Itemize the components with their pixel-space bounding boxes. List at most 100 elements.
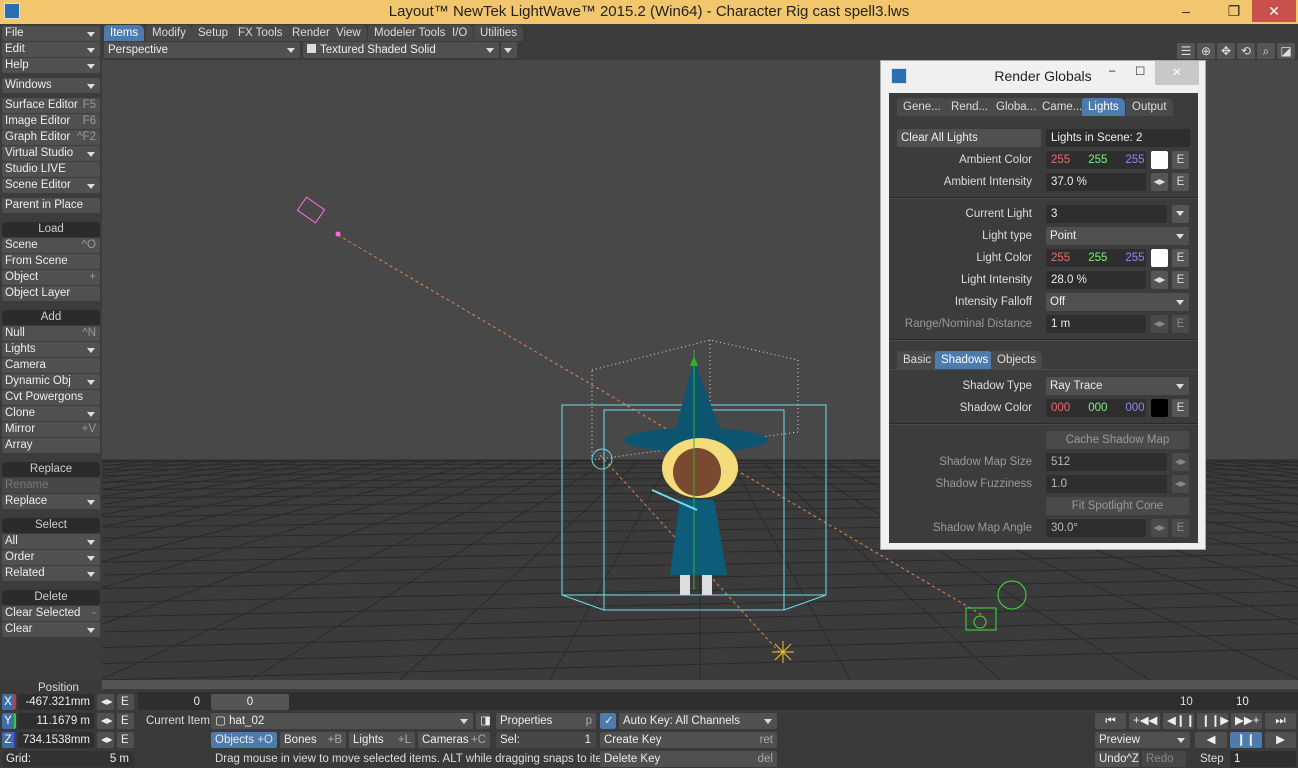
sidebar-item-object-layer[interactable]: Object Layer xyxy=(2,286,100,301)
start-frame-field[interactable]: 0 xyxy=(138,694,204,710)
sidebar-item-graph-editor[interactable]: Graph Editor ^F2 xyxy=(2,130,100,145)
shadow-map-size-field[interactable]: 512 xyxy=(1046,453,1167,471)
sidebar-item-help[interactable]: Help xyxy=(2,58,100,73)
rg-tab-5[interactable]: Output xyxy=(1126,98,1173,116)
shadow-type-dropdown[interactable]: Ray Trace xyxy=(1046,377,1189,395)
shadow-fuzziness-field[interactable]: 1.0 xyxy=(1046,475,1167,493)
envelope-button[interactable]: E xyxy=(1172,151,1189,169)
sidebar-item-replace[interactable]: Replace xyxy=(2,494,100,509)
properties-button[interactable]: Properties p xyxy=(496,713,596,729)
close-button[interactable]: ✕ xyxy=(1155,61,1199,85)
sidebar-item-mirror[interactable]: Mirror +V xyxy=(2,422,100,437)
rotate-icon[interactable]: ⟲ xyxy=(1237,43,1255,59)
ambient-color-swatch[interactable] xyxy=(1151,151,1168,169)
maximize-viewport-icon[interactable]: ◪ xyxy=(1277,43,1295,59)
tab-setup[interactable]: Setup xyxy=(192,25,235,41)
fit-spotlight-cone-button[interactable]: Fit Spotlight Cone xyxy=(1046,497,1189,515)
sidebar-item-windows[interactable]: Windows xyxy=(2,78,100,93)
envelope-button[interactable]: E xyxy=(1172,399,1189,417)
sidebar-item-cvt-powergons[interactable]: Cvt Powergons xyxy=(2,390,100,405)
sidebar-item-image-editor[interactable]: Image Editor F6 xyxy=(2,114,100,129)
envelope-button[interactable]: E xyxy=(117,732,134,748)
light-type-dropdown[interactable]: Point xyxy=(1046,227,1189,245)
close-button[interactable]: ✕ xyxy=(1252,0,1296,22)
x-position-field[interactable]: -467.321mm xyxy=(18,694,94,710)
rg-tab-3[interactable]: Came... xyxy=(1036,98,1089,116)
tab-render[interactable]: Render xyxy=(286,25,336,41)
sidebar-item-array[interactable]: Array xyxy=(2,438,100,453)
auto-key-checkbox[interactable]: ✓ xyxy=(600,713,616,729)
envelope-button[interactable]: E xyxy=(1172,519,1189,537)
sidebar-item-edit[interactable]: Edit xyxy=(2,42,100,57)
sidebar-item-studio-live[interactable]: Studio LIVE xyxy=(2,162,100,177)
end-frame-field[interactable]: 10 xyxy=(1232,694,1296,710)
sidebar-item-order[interactable]: Order xyxy=(2,550,100,565)
auto-key-dropdown[interactable]: Auto Key: All Channels xyxy=(619,713,777,729)
step-field[interactable]: 1 xyxy=(1230,751,1296,767)
envelope-button[interactable]: E xyxy=(117,713,134,729)
shadow-map-angle-field[interactable]: 30.0° xyxy=(1046,519,1146,537)
sidebar-item-null[interactable]: Null ^N xyxy=(2,326,100,341)
sidebar-item-clear[interactable]: Clear xyxy=(2,622,100,637)
shadow-color-field[interactable]: 000 000 000 xyxy=(1046,399,1146,417)
prev-key-button[interactable]: +◀◀ xyxy=(1129,713,1160,729)
subtab-basic[interactable]: Basic xyxy=(897,351,938,369)
create-key-button[interactable]: Create Key ret xyxy=(600,732,777,748)
item-panel-icon[interactable]: ◨ xyxy=(476,713,491,729)
subtab-objects[interactable]: Objects xyxy=(991,351,1042,369)
viewport-options-dropdown[interactable] xyxy=(501,42,517,58)
sidebar-item-parent-in-place[interactable]: Parent in Place xyxy=(2,198,100,213)
ambient-intensity-field[interactable]: 37.0 % xyxy=(1046,173,1146,191)
slider-arrows-icon[interactable]: ◂▸ xyxy=(1172,475,1189,493)
subtab-shadows[interactable]: Shadows xyxy=(935,351,995,369)
tab-i-o[interactable]: I/O xyxy=(446,25,474,41)
ambient-color-field[interactable]: 255 255 255 xyxy=(1046,151,1146,169)
light-color-swatch[interactable] xyxy=(1151,249,1168,267)
rg-tab-4[interactable]: Lights xyxy=(1082,98,1125,116)
sidebar-item-related[interactable]: Related xyxy=(2,566,100,581)
slider-arrows-icon[interactable]: ◂▸ xyxy=(97,694,114,710)
shadow-color-swatch[interactable] xyxy=(1151,399,1168,417)
view-type-dropdown[interactable]: Perspective xyxy=(104,42,300,58)
range-field[interactable]: 1 m xyxy=(1046,315,1146,333)
sidebar-item-from-scene[interactable]: From Scene xyxy=(2,254,100,269)
play-backward-button[interactable]: ◀ xyxy=(1195,732,1227,748)
sidebar-item-object[interactable]: Object + xyxy=(2,270,100,285)
slider-arrows-icon[interactable]: ◂▸ xyxy=(1151,315,1168,333)
sidebar-item-virtual-studio[interactable]: Virtual Studio xyxy=(2,146,100,161)
tab-items[interactable]: Items xyxy=(104,25,145,41)
sidebar-item-file[interactable]: File xyxy=(2,26,100,41)
sidebar-item-dynamic-obj[interactable]: Dynamic Obj xyxy=(2,374,100,389)
sidebar-item-clear-selected[interactable]: Clear Selected - xyxy=(2,606,100,621)
lights-mode-button[interactable]: Lights +L xyxy=(349,732,415,748)
envelope-button[interactable]: E xyxy=(1172,271,1189,289)
slider-arrows-icon[interactable]: ◂▸ xyxy=(1151,519,1168,537)
envelope-button[interactable]: E xyxy=(1172,173,1189,191)
frame-slider[interactable]: 0 xyxy=(211,694,289,710)
bones-mode-button[interactable]: Bones +B xyxy=(280,732,346,748)
slider-arrows-icon[interactable]: ◂▸ xyxy=(1151,173,1168,191)
light-color-field[interactable]: 255 255 255 xyxy=(1046,249,1146,267)
sidebar-item-all[interactable]: All xyxy=(2,534,100,549)
pause-button[interactable]: ❙❙ xyxy=(1230,732,1262,748)
light-intensity-field[interactable]: 28.0 % xyxy=(1046,271,1146,289)
play-forward-button[interactable]: ▶ xyxy=(1265,732,1296,748)
z-position-field[interactable]: 734.1538mm xyxy=(18,732,94,748)
tab-view[interactable]: View xyxy=(330,25,367,41)
first-frame-button[interactable]: ⏮ xyxy=(1095,713,1126,729)
cameras-mode-button[interactable]: Cameras +C xyxy=(418,732,490,748)
maximize-button[interactable]: ❐ xyxy=(1212,0,1256,22)
sidebar-item-scene[interactable]: Scene ^O xyxy=(2,238,100,253)
envelope-button[interactable]: E xyxy=(1172,315,1189,333)
sidebar-item-clone[interactable]: Clone xyxy=(2,406,100,421)
intensity-falloff-dropdown[interactable]: Off xyxy=(1046,293,1189,311)
tab-modeler-tools[interactable]: Modeler Tools xyxy=(368,25,452,41)
prev-frame-button[interactable]: ◀❙❙ xyxy=(1163,713,1195,729)
slider-arrows-icon[interactable]: ◂▸ xyxy=(1151,271,1168,289)
preview-dropdown[interactable]: Preview xyxy=(1095,732,1190,748)
next-frame-button[interactable]: ❙❙▶ xyxy=(1197,713,1229,729)
sidebar-item-surface-editor[interactable]: Surface Editor F5 xyxy=(2,98,100,113)
crosshair-icon[interactable]: ⊕ xyxy=(1197,43,1215,59)
clear-all-lights-button[interactable]: Clear All Lights xyxy=(897,129,1041,147)
shading-dropdown[interactable]: Textured Shaded Solid xyxy=(303,42,499,58)
